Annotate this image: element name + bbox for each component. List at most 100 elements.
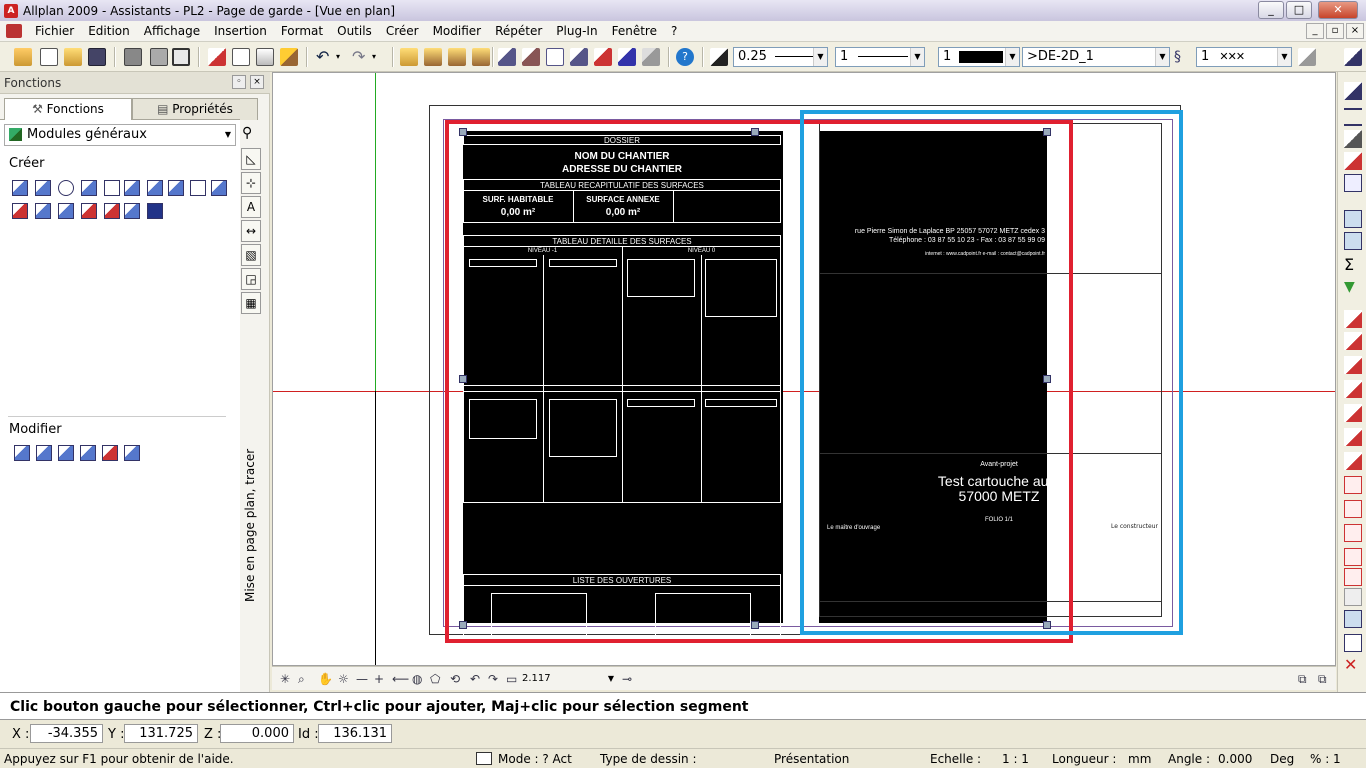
x-input[interactable]: -34.355 — [30, 724, 103, 743]
menu-affichage[interactable]: Affichage — [137, 21, 207, 41]
dimension-icon[interactable] — [424, 48, 442, 66]
create-tool-icon[interactable] — [211, 180, 227, 196]
eyedropper-icon[interactable] — [710, 48, 728, 66]
triangle-icon[interactable]: ◺ — [241, 148, 261, 170]
pattern-select[interactable]: 1 ✕✕✕ ▼ — [1196, 47, 1292, 67]
menu-repeter[interactable]: Répéter — [488, 21, 549, 41]
window-box-icon[interactable] — [1344, 634, 1362, 652]
open-file-icon[interactable] — [64, 48, 82, 66]
pan-icon[interactable]: ✋ — [318, 672, 333, 686]
horizontal-line-icon[interactable]: — — [356, 672, 368, 686]
color-select[interactable]: 1 ▼ — [938, 47, 1020, 67]
selection-handle[interactable] — [751, 621, 759, 629]
create-tool-icon[interactable] — [12, 180, 28, 196]
redo-dropdown-icon[interactable]: ▾ — [372, 48, 390, 66]
red-box-icon[interactable] — [1344, 476, 1362, 494]
measure-icon[interactable] — [400, 48, 418, 66]
new-file-icon[interactable] — [40, 48, 58, 66]
tab-fonctions[interactable]: ⚒ Fonctions — [4, 98, 132, 120]
y-input[interactable]: 131.725 — [124, 724, 198, 743]
menu-insertion[interactable]: Insertion — [207, 21, 274, 41]
shape-icon[interactable]: ⬠ — [430, 672, 440, 686]
red-tool-icon[interactable] — [1344, 452, 1362, 470]
create-tool-icon[interactable] — [58, 203, 74, 219]
dimension-line-icon[interactable]: ↔ — [241, 220, 261, 242]
menu-creer[interactable]: Créer — [379, 21, 426, 41]
red-tool-icon[interactable] — [1344, 380, 1362, 398]
red-box-icon[interactable] — [1344, 524, 1362, 542]
redo-icon[interactable]: ↷ — [352, 48, 370, 66]
selection-handle[interactable] — [751, 128, 759, 136]
layer-select[interactable]: >DE-2D_1 ▼ — [1022, 47, 1170, 67]
angle-unit[interactable]: Deg — [1270, 752, 1294, 766]
cube-icon[interactable] — [642, 48, 660, 66]
create-tool-icon[interactable] — [58, 180, 74, 196]
create-tool-icon[interactable] — [104, 203, 120, 219]
blue-box-icon[interactable] — [1344, 610, 1362, 628]
brush-icon[interactable] — [618, 48, 636, 66]
close-panel-icon[interactable]: × — [250, 75, 264, 89]
distance-icon[interactable] — [448, 48, 466, 66]
tab-proprietes[interactable]: ▤ Propriétés — [132, 98, 258, 120]
lines-icon[interactable] — [1344, 108, 1362, 126]
save-icon[interactable] — [88, 48, 106, 66]
cut-icon[interactable] — [208, 48, 226, 66]
modify-tool-icon[interactable] — [80, 445, 96, 461]
rotate-icon[interactable]: ⟲ — [450, 672, 460, 686]
text-tool-icon[interactable]: A — [241, 196, 261, 218]
grid-icon[interactable]: ▦ — [241, 292, 261, 314]
menu-fenetre[interactable]: Fenêtre — [605, 21, 664, 41]
folder-icon[interactable]: ▭ — [506, 672, 517, 686]
menu-modifier[interactable]: Modifier — [426, 21, 489, 41]
regenerate-icon[interactable]: ☼ — [338, 672, 349, 686]
create-tool-icon[interactable] — [124, 180, 140, 196]
create-tool-icon[interactable] — [35, 203, 51, 219]
format-properties-icon[interactable] — [1298, 48, 1316, 66]
slash-icon[interactable] — [1344, 130, 1362, 148]
copy-icon[interactable] — [232, 48, 250, 66]
pin-icon[interactable]: ◦ — [232, 75, 246, 89]
drawing-canvas[interactable]: DOSSIER NOM DU CHANTIER ADRESSE DU CHANT… — [272, 72, 1336, 666]
pin-view-icon[interactable]: ⊸ — [622, 672, 632, 686]
layers-icon[interactable]: ▧ — [241, 244, 261, 266]
print-preview-icon[interactable] — [150, 48, 168, 66]
create-tool-icon[interactable] — [35, 180, 51, 196]
line-type-select[interactable]: 1 ▼ — [835, 47, 925, 67]
fileset-icon[interactable] — [522, 48, 540, 66]
red-box-icon[interactable] — [1344, 568, 1362, 586]
create-tool-icon[interactable] — [104, 180, 120, 196]
mdi-minimize-button[interactable]: _ — [1306, 23, 1324, 39]
create-tool-icon[interactable] — [190, 180, 206, 196]
scale-value[interactable]: 1 : 1 — [1002, 752, 1029, 766]
object-icon[interactable] — [594, 48, 612, 66]
red-pen-icon[interactable] — [1344, 152, 1362, 170]
create-tool-icon[interactable] — [81, 180, 97, 196]
layer-icon[interactable] — [498, 48, 516, 66]
layout-icon[interactable] — [172, 48, 190, 66]
text-icon[interactable] — [546, 48, 564, 66]
selection-handle[interactable] — [1043, 375, 1051, 383]
menu-help[interactable]: ? — [664, 21, 684, 41]
grey-box-icon[interactable] — [1344, 588, 1362, 606]
snap-icon[interactable]: ✳ — [280, 672, 290, 686]
filter-icon[interactable]: ▼ — [1344, 278, 1362, 296]
z-input[interactable]: 0.000 — [220, 724, 294, 743]
red-tool-icon[interactable] — [1344, 404, 1362, 422]
binoculars-icon[interactable]: ⚲ — [242, 125, 252, 141]
undo-view-icon[interactable]: ↶ — [470, 672, 480, 686]
create-tool-icon[interactable] — [81, 203, 97, 219]
red-tool-icon[interactable] — [1344, 356, 1362, 374]
zoom-scale-select[interactable]: 2.117 ▼ — [522, 670, 614, 687]
menu-outils[interactable]: Outils — [330, 21, 379, 41]
mdi-close-button[interactable]: × — [1346, 23, 1364, 39]
module-select[interactable]: Modules généraux ▼ — [4, 124, 236, 146]
select-arrow-icon[interactable] — [1344, 210, 1362, 228]
selection-handle[interactable] — [459, 128, 467, 136]
create-tool-icon[interactable] — [168, 180, 184, 196]
id-input[interactable]: 136.131 — [318, 724, 392, 743]
create-tool-icon[interactable] — [12, 203, 28, 219]
open-project-icon[interactable] — [14, 48, 32, 66]
new-window-icon[interactable]: ⧉ — [1298, 672, 1307, 687]
menu-plugin[interactable]: Plug-In — [549, 21, 604, 41]
selection-handle[interactable] — [459, 375, 467, 383]
